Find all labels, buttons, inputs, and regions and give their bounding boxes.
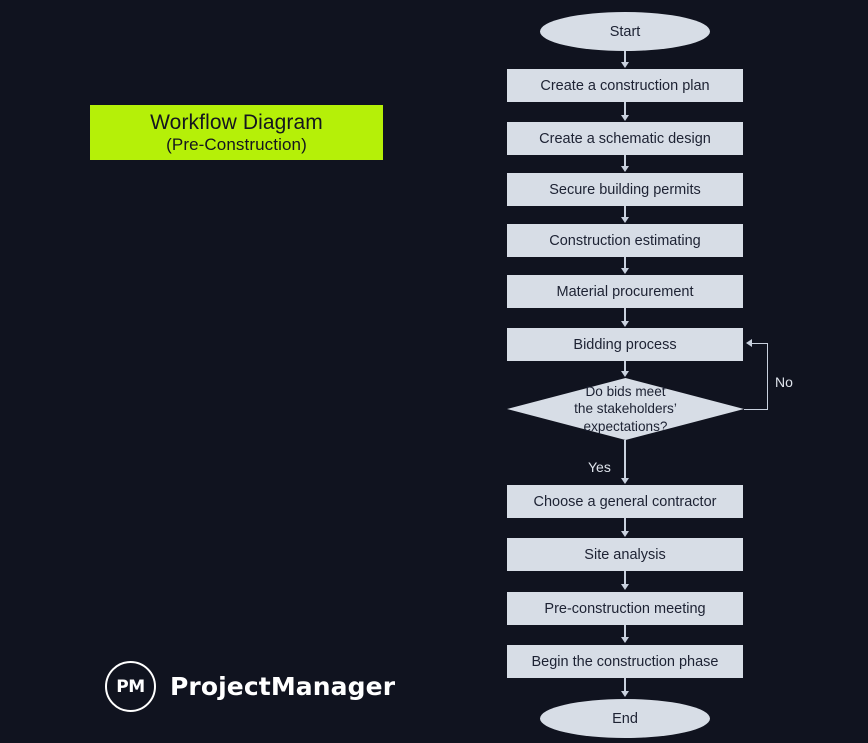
- arrowhead-decision-to-contractor: [620, 478, 629, 484]
- connector-plan-to-schematic: [624, 102, 626, 116]
- connector-no-segment-left: [752, 343, 768, 345]
- flow-node-secure-building-permits: Secure building permits: [507, 173, 743, 206]
- flow-node-pre-construction-meeting: Pre-construction meeting: [507, 592, 743, 625]
- connector-no-segment-right: [744, 408, 768, 410]
- flow-node-material-procurement: Material procurement: [507, 275, 743, 308]
- connector-material-to-bidding: [624, 308, 626, 322]
- arrowhead-contractor-to-site: [620, 531, 629, 537]
- pm-monogram: PM: [116, 676, 145, 697]
- arrowhead-bidding-to-decision: [620, 371, 629, 377]
- pm-circle-icon: PM: [105, 661, 156, 712]
- connector-no-segment-up: [767, 343, 769, 409]
- arrowhead-meeting-to-begin: [620, 637, 629, 643]
- arrowhead-material-to-bidding: [620, 321, 629, 327]
- flow-node-create-construction-plan: Create a construction plan: [507, 69, 743, 102]
- connector-contractor-to-site: [624, 518, 626, 532]
- arrowhead-no-into-bidding: [746, 339, 752, 347]
- flow-node-begin-construction-phase: Begin the construction phase: [507, 645, 743, 678]
- arrowhead-schematic-to-permits: [620, 166, 629, 172]
- edge-label-yes: Yes: [588, 459, 611, 475]
- flow-node-choose-general-contractor: Choose a general contractor: [507, 485, 743, 518]
- arrowhead-estimating-to-material: [620, 268, 629, 274]
- connector-begin-to-end: [624, 678, 626, 692]
- diagram-title-line1: Workflow Diagram: [150, 111, 323, 135]
- flow-node-end: End: [540, 699, 710, 738]
- flow-node-site-analysis: Site analysis: [507, 538, 743, 571]
- diagram-title-badge: Workflow Diagram (Pre-Construction): [90, 105, 383, 160]
- edge-label-no: No: [775, 374, 793, 390]
- projectmanager-wordmark: ProjectManager: [170, 672, 396, 701]
- projectmanager-logo: PM ProjectManager: [105, 661, 395, 712]
- flow-node-start: Start: [540, 12, 710, 51]
- arrowhead-permits-to-estimating: [620, 217, 629, 223]
- decision-label: Do bids meet the stakeholders’ expectati…: [574, 383, 677, 434]
- flow-node-decision-bids-meet-expectations: Do bids meet the stakeholders’ expectati…: [507, 378, 744, 440]
- flow-node-bidding-process: Bidding process: [507, 328, 743, 361]
- flow-node-construction-estimating: Construction estimating: [507, 224, 743, 257]
- workflow-diagram-canvas: Workflow Diagram (Pre-Construction) PM P…: [0, 0, 868, 743]
- flow-node-create-schematic-design: Create a schematic design: [507, 122, 743, 155]
- arrowhead-site-to-meeting: [620, 584, 629, 590]
- arrowhead-begin-to-end: [620, 691, 629, 697]
- connector-decision-yes-to-contractor: [624, 440, 626, 479]
- arrowhead-plan-to-schematic: [620, 115, 629, 121]
- arrowhead-start-to-plan: [620, 62, 629, 68]
- connector-site-to-meeting: [624, 571, 626, 585]
- diagram-title-line2: (Pre-Construction): [166, 134, 307, 154]
